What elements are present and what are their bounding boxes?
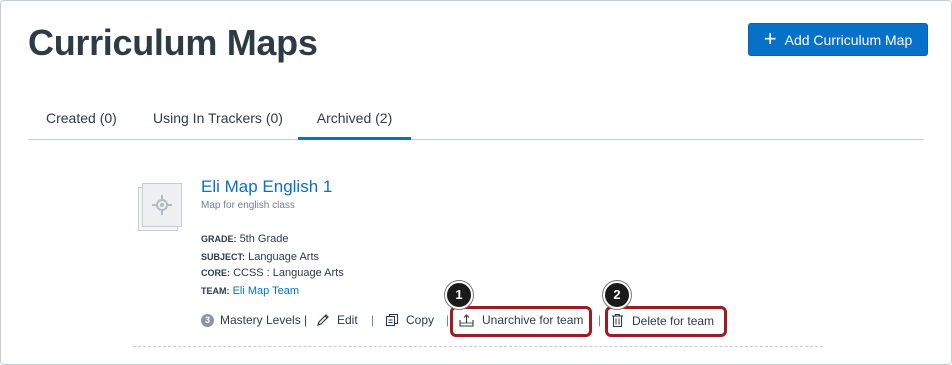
edit-label: Edit	[337, 313, 358, 327]
separator: |	[371, 313, 375, 327]
map-placeholder-icon	[142, 183, 182, 227]
tab-using-in-trackers[interactable]: Using In Trackers (0)	[153, 99, 283, 139]
edit-button[interactable]: Edit	[316, 313, 358, 327]
grade-key: GRADE:	[201, 234, 237, 244]
mastery-levels[interactable]: 3 Mastery Levels |	[201, 313, 307, 327]
add-curriculum-map-label: Add Curriculum Map	[784, 31, 913, 48]
tab-archived[interactable]: Archived (2)	[298, 99, 411, 140]
copy-icon	[385, 313, 399, 327]
mastery-levels-label: Mastery Levels |	[220, 313, 308, 327]
page-title: Curriculum Maps	[28, 22, 318, 63]
team-key: TEAM:	[201, 286, 230, 296]
core-row: CORE: CCSS : Language Arts	[201, 267, 344, 279]
add-curriculum-map-button[interactable]: + Add Curriculum Map	[748, 23, 928, 56]
mastery-count-badge: 3	[201, 313, 214, 327]
team-link[interactable]: Eli Map Team	[233, 285, 299, 297]
subject-value: Language Arts	[248, 251, 320, 263]
team-row: TEAM: Eli Map Team	[201, 285, 299, 297]
tab-bar: Created (0) Using In Trackers (0) Archiv…	[28, 99, 924, 140]
unarchive-highlight	[450, 306, 592, 337]
core-value: CCSS : Language Arts	[233, 267, 344, 279]
tab-created[interactable]: Created (0)	[46, 99, 117, 139]
separator: |	[598, 313, 602, 327]
delete-highlight	[605, 306, 727, 337]
subject-row: SUBJECT: Language Arts	[201, 251, 319, 263]
copy-button[interactable]: Copy	[385, 313, 434, 327]
map-description: Map for english class	[201, 200, 295, 211]
map-title-link[interactable]: Eli Map English 1	[201, 177, 332, 197]
core-key: CORE:	[201, 268, 230, 278]
callout-2: 2	[603, 281, 631, 309]
grade-row: GRADE: 5th Grade	[201, 233, 288, 245]
grade-value: 5th Grade	[239, 233, 289, 245]
callout-1: 1	[445, 281, 473, 309]
copy-label: Copy	[406, 313, 435, 327]
separator: |	[446, 313, 450, 327]
page-frame: Curriculum Maps + Add Curriculum Map Cre…	[0, 0, 952, 365]
plus-icon: +	[763, 25, 777, 51]
pencil-icon	[316, 313, 330, 327]
divider	[133, 346, 823, 347]
subject-key: SUBJECT:	[201, 252, 246, 262]
map-thumbnail	[138, 183, 182, 231]
